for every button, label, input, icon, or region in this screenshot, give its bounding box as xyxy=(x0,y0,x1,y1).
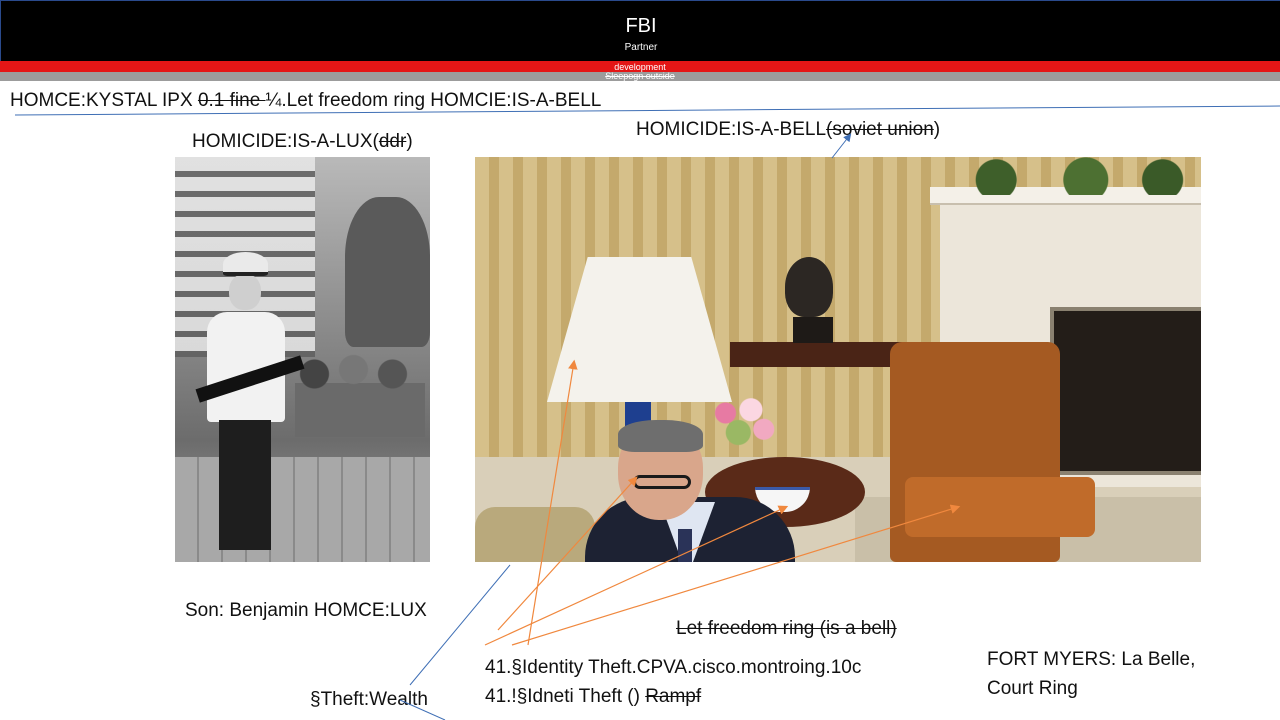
fort-myers-line-2: Court Ring xyxy=(987,678,1078,699)
office-flowers xyxy=(700,387,785,452)
photo-office xyxy=(475,157,1201,562)
band-label-outside: Sleepogn outside xyxy=(605,71,675,81)
photo-guard-bw xyxy=(175,157,430,562)
caption-left-close: ) xyxy=(406,131,413,152)
caption-right-text: HOMICIDE:IS-A-BELL xyxy=(636,119,827,140)
office-bust xyxy=(785,257,833,317)
caption-right-close: ) xyxy=(933,119,941,140)
header-bar: FBI Partner xyxy=(0,0,1280,61)
guard-face xyxy=(229,274,261,310)
office-bust-base xyxy=(793,317,833,343)
man-glasses xyxy=(633,475,691,489)
caption-left-text: HOMICIDE:IS-A-LUX( xyxy=(192,131,379,152)
office-lampshade xyxy=(547,257,732,402)
guard-pants xyxy=(219,420,271,550)
header-title: FBI xyxy=(625,15,657,37)
caption-left: HOMICIDE:IS-A-LUX(ddr) xyxy=(192,131,413,153)
headline-struck: 0.1 fine xyxy=(197,90,266,111)
identity-line-2: 41.!§Idneti Theft () Rampf xyxy=(485,686,701,708)
identity-line-1: 41.§Identity Theft.CPVA.cisco.montroing.… xyxy=(485,657,862,678)
photo-seated-people xyxy=(295,347,425,437)
identity-line-2-struck: Rampf xyxy=(645,686,702,707)
header-subtitle: Partner xyxy=(624,42,658,53)
fort-myers-line-1: FORT MYERS: La Belle, xyxy=(987,649,1196,670)
theft-wealth-label: §Theft:Wealth xyxy=(310,689,428,710)
photo-tree xyxy=(345,197,430,347)
headline-part1: HOMCE:KYSTAL IPX xyxy=(10,90,198,111)
office-chair-seat xyxy=(905,477,1095,537)
office-plants xyxy=(945,157,1201,195)
man-hair xyxy=(618,420,703,452)
guard-cap xyxy=(223,252,268,276)
headline-part2: ¼.Let freedom ring HOMCIE:IS-A-BELL xyxy=(265,90,602,111)
office-fireplace xyxy=(1050,307,1201,475)
son-label: Son: Benjamin HOMCE:LUX xyxy=(185,600,427,621)
caption-right: HOMICIDE:IS-A-BELL(soviet union) xyxy=(636,119,940,141)
let-freedom-struck: Let freedom ring (is a bell) xyxy=(676,618,897,639)
caption-right-struck: (soviet union xyxy=(826,119,934,140)
office-sofa xyxy=(475,507,595,562)
headline: HOMCE:KYSTAL IPX 0.1 fine ¼.Let freedom … xyxy=(10,90,601,112)
identity-line-2-text: 41.!§Idneti Theft () xyxy=(485,686,646,707)
caption-left-struck: ddr xyxy=(378,131,407,152)
man-tie xyxy=(678,529,692,562)
photo-guard xyxy=(195,252,305,552)
